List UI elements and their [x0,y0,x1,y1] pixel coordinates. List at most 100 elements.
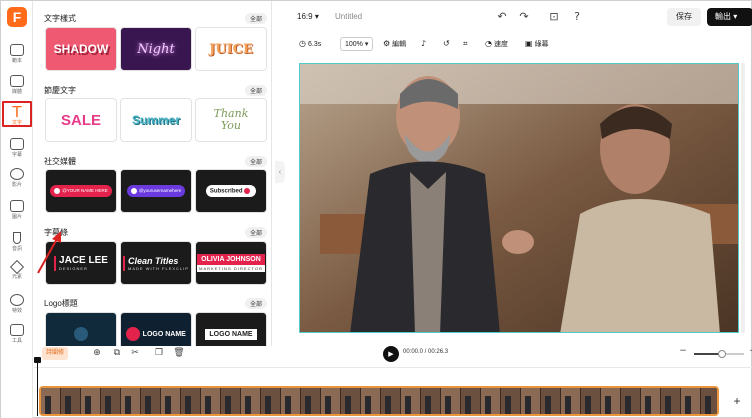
filmstrip-figure [285,396,291,414]
rail-item-video[interactable]: 影片 [2,165,32,191]
tile-label: JUICE [209,41,253,57]
tile-sublabel: MADE WITH FLEXCLIP [128,265,189,271]
duplicate-icon[interactable]: ❐ [153,347,165,360]
volume-button[interactable]: ♪ [421,37,428,51]
section-title: 文字樣式 [44,14,76,23]
text-icon: T [12,103,22,121]
rail-item-text[interactable]: T 文字 [2,101,32,127]
redo-icon[interactable]: ↷ [517,10,531,24]
rail-item-media[interactable]: 媒體 [2,72,32,98]
rail-item-elements[interactable]: 元素 [2,259,32,285]
lower-third-tile[interactable]: OLIVIA JOHNSON MARKETING DIRECTOR [195,241,267,285]
add-track-button[interactable]: + [725,388,749,414]
festive-text-tile[interactable]: Thank You [195,98,267,142]
see-all-button[interactable]: 全部 [244,13,267,24]
undo-icon[interactable]: ↶ [495,10,509,24]
zoom-out-icon[interactable]: − [677,345,689,358]
rail-item-image[interactable]: 圖片 [2,197,32,223]
timeline-ruler [34,367,752,381]
zoom-in-icon[interactable]: + [747,345,752,358]
logo-title-tile[interactable]: LOGO NAME [120,312,192,346]
video-icon [10,168,24,180]
export-button[interactable]: 輸出 ▾ [707,8,752,26]
tile-label: Summer [131,113,181,127]
track-tag[interactable]: 詩闡修 [42,347,69,360]
split-icon[interactable]: ⧉ [111,347,123,360]
timeline-zoom-slider[interactable] [694,350,744,358]
left-rail: F 範本 媒體 T 文字 字幕 影片 圖片 音訊 元素 特效 工具 [1,1,33,418]
logo-title-tile[interactable]: LOGO NAME [195,312,267,346]
filmstrip-figure [645,396,651,414]
screenshot-icon[interactable]: ⊡ [547,10,561,24]
zoom-value: 100% [345,41,363,48]
rail-label: 特效 [11,308,22,314]
filmstrip-figure [265,396,271,414]
project-title-input[interactable]: Untitled [335,12,362,21]
crop-button[interactable]: ⌗ [463,37,470,51]
save-button[interactable]: 保存 [667,8,701,26]
video-track-clip[interactable] [39,386,719,416]
preview-scrollbar[interactable] [741,63,745,333]
app-logo[interactable]: F [7,7,27,27]
rail-item-tools[interactable]: 工具 [2,321,32,347]
rotate-button[interactable]: ↺ [443,37,452,51]
see-all-button[interactable]: 全部 [244,156,267,167]
edit-button[interactable]: ⚙ 編輯 [383,37,406,51]
help-icon[interactable]: ? [570,10,584,24]
filmstrip-figure [505,396,511,414]
filmstrip-figure [65,396,71,414]
filmstrip-figure [85,396,91,414]
text-style-tile[interactable]: SHADOW [45,27,117,71]
speed-icon: ◔ [485,39,492,48]
filmstrip-figure [45,396,51,414]
see-all-button[interactable]: 全部 [244,85,267,96]
zoom-select[interactable]: 100% ▾ [340,37,374,51]
rail-item-subtitle[interactable]: 字幕 [2,135,32,161]
section-title: Logo標題 [44,299,78,308]
speaker-icon: ♪ [421,39,427,48]
festive-text-tile[interactable]: SALE [45,98,117,142]
filmstrip-figure [165,396,171,414]
scissors-icon[interactable]: ✂ [129,347,141,360]
trash-icon[interactable]: 🗑 [173,347,185,360]
collapse-panel-button[interactable]: ‹ [275,161,285,183]
social-media-tile[interactable]: @YOUR NAME HERE [45,169,117,213]
festive-text-tile[interactable]: Summer [120,98,192,142]
duration-value: 6.3s [307,41,322,48]
social-media-tile[interactable]: @yourusernamehere [120,169,192,213]
filmstrip-figure [665,396,671,414]
filmstrip-figure [445,396,451,414]
speed-button[interactable]: ◔ 速度 [485,37,508,51]
social-media-tile[interactable]: Subscribed [195,169,267,213]
lower-third-tile[interactable]: Clean Titles MADE WITH FLEXCLIP [120,241,192,285]
logo-title-tile[interactable] [45,312,117,346]
video-preview-canvas[interactable] [299,63,739,333]
chevron-down-icon: ▾ [364,41,369,48]
text-style-tile[interactable]: Night [120,27,192,71]
playhead[interactable] [37,360,38,416]
add-icon[interactable]: ⊕ [91,347,103,360]
effects-icon [10,294,24,306]
filmstrip-figure [465,396,471,414]
rail-item-template[interactable]: 範本 [2,41,32,67]
chevron-down-icon: ▾ [314,12,319,21]
zoom-knob[interactable] [717,350,726,358]
tile-label: SHADOW [53,42,109,56]
see-all-button[interactable]: 全部 [244,298,267,309]
play-button[interactable]: ▶ [383,346,399,362]
audio-icon [13,232,21,244]
chroma-button[interactable]: ▣ 綠幕 [525,37,549,51]
filmstrip-figure [145,396,151,414]
filmstrip-figure [405,396,411,414]
rail-item-effects[interactable]: 特效 [2,291,32,317]
section-title: 節慶文字 [44,86,76,95]
filmstrip-figure [365,396,371,414]
see-all-button[interactable]: 全部 [244,227,267,238]
duration-control[interactable]: ◷ 6.3s [299,37,321,51]
image-icon [10,200,24,212]
text-style-tile[interactable]: JUICE [195,27,267,71]
rail-item-audio[interactable]: 音訊 [2,229,32,255]
filmstrip-figure [325,396,331,414]
tile-label: @yourusernamehere [138,188,182,194]
aspect-ratio-select[interactable]: 16:9 ▾ [297,12,319,21]
